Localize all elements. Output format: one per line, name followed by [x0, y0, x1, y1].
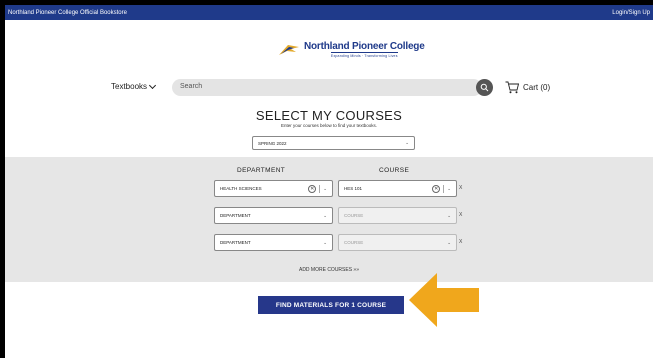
chevron-down-icon: ⌄	[447, 239, 451, 245]
search-input[interactable]: Search	[172, 79, 482, 96]
logo-name: Northland Pioneer College	[304, 41, 425, 52]
cart-link[interactable]: Cart (0)	[505, 81, 550, 94]
term-value: SPRING 2022	[258, 140, 287, 146]
course-value: COURSE	[344, 213, 364, 218]
add-more-courses-link[interactable]: ADD MORE COURSES »»	[5, 267, 653, 273]
page: Northland Pioneer College Official Books…	[5, 5, 653, 358]
remove-row-button[interactable]: X	[459, 185, 462, 191]
term-select[interactable]: SPRING 2022 ⌄	[252, 136, 415, 150]
search-button[interactable]	[476, 79, 493, 96]
textbooks-menu[interactable]: Textbooks	[111, 81, 157, 91]
department-value: DEPARTMENT	[220, 240, 251, 245]
clear-icon[interactable]: ✕	[432, 184, 441, 193]
remove-row-button[interactable]: X	[459, 239, 462, 245]
textbooks-label: Textbooks	[111, 82, 148, 91]
nav-row: Textbooks Search Cart (0)	[5, 79, 653, 97]
logo-tagline: Expanding Minds · Transforming Lives	[330, 52, 398, 58]
store-title: Northland Pioneer College Official Books…	[8, 9, 127, 16]
clear-icon[interactable]: ✕	[308, 184, 317, 193]
chevron-down-icon: ⌄	[323, 212, 327, 218]
search-icon	[480, 83, 489, 92]
department-value: DEPARTMENT	[220, 213, 251, 218]
department-select[interactable]: DEPARTMENT ⌄	[214, 234, 333, 251]
chevron-down-icon: ⌄	[447, 212, 451, 218]
department-select[interactable]: HEALTH SCIENCES ✕ ⌄	[214, 180, 333, 197]
cart-icon	[505, 81, 519, 94]
chevron-down-icon	[148, 81, 157, 89]
course-select[interactable]: HES 101 ✕ ⌄	[338, 180, 457, 197]
find-materials-button[interactable]: FIND MATERIALS FOR 1 COURSE	[258, 296, 404, 314]
remove-row-button[interactable]: X	[459, 212, 462, 218]
page-subtitle: Enter your courses below to find your te…	[280, 123, 378, 128]
chevron-down-icon: ⌄	[323, 185, 327, 191]
login-link[interactable]: Login/Sign Up	[612, 10, 650, 16]
top-bar: Northland Pioneer College Official Books…	[5, 5, 653, 20]
college-logo[interactable]: Northland Pioneer College Expanding Mind…	[278, 41, 425, 58]
department-value: HEALTH SCIENCES	[220, 186, 262, 191]
chevron-down-icon: ⌄	[323, 239, 327, 245]
course-select[interactable]: COURSE ⌄	[338, 207, 457, 224]
chevron-down-icon: ⌄	[405, 140, 409, 145]
department-column-header: DEPARTMENT	[237, 167, 286, 174]
chevron-down-icon: ⌄	[447, 185, 451, 191]
course-value: COURSE	[344, 240, 364, 245]
arrow-left-icon	[409, 273, 479, 327]
course-column-header: COURSE	[379, 167, 410, 174]
cart-label: Cart (0)	[523, 83, 551, 92]
logo-emblem-icon	[279, 44, 299, 55]
page-title: SELECT MY COURSES	[255, 108, 403, 123]
course-select[interactable]: COURSE ⌄	[338, 234, 457, 251]
department-select[interactable]: DEPARTMENT ⌄	[214, 207, 333, 224]
course-value: HES 101	[344, 186, 363, 191]
